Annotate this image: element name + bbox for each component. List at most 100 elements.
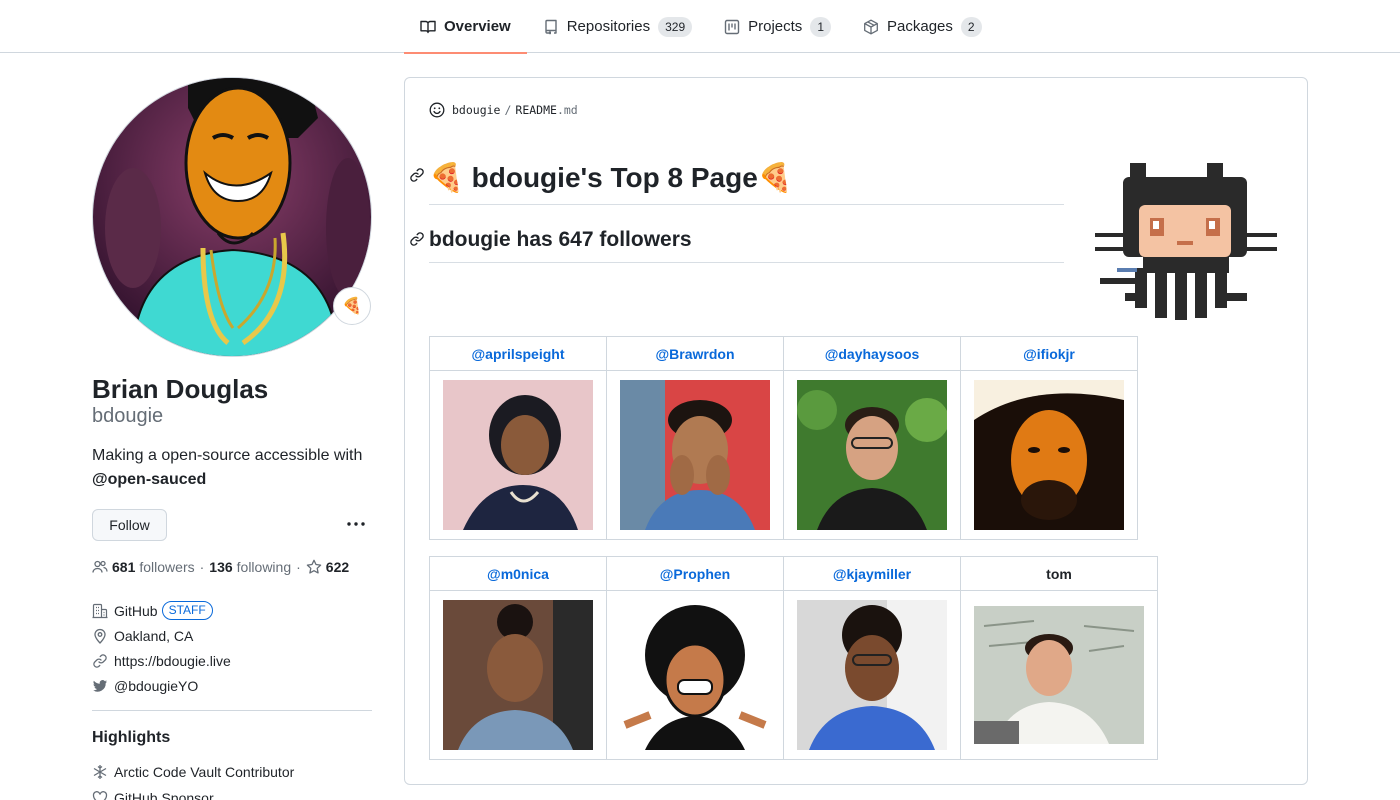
organization-icon [92,603,108,618]
follow-button[interactable]: Follow [92,509,167,541]
projects-count: 1 [810,16,831,37]
readme-heading-1: 🍕 bdougie's Top 8 Page🍕 [410,161,1064,205]
following-count: 136 [209,559,233,575]
twitter-icon [93,679,107,692]
heart-icon [92,791,108,800]
friend-link[interactable]: @aprilspeight [429,336,607,371]
tab-list: Overview Repositories 329 Projects 1 Pac… [404,0,998,54]
following-label: following [236,559,292,575]
tab-packages[interactable]: Packages 2 [847,0,998,53]
profile-twitter: @bdougieYO [92,673,231,698]
friend-link[interactable]: @m0nica [429,556,607,591]
readme-owner-link[interactable]: bdougie [452,103,500,117]
kebab-horizontal-icon [347,522,365,526]
location-icon [94,628,106,644]
friend-name: tom [960,556,1158,591]
star-icon [306,559,322,574]
tab-packages-label: Packages [887,18,953,35]
tab-overview-label: Overview [444,18,511,35]
friend-photo-cell [429,590,607,760]
profile-tab-nav: Overview Repositories 329 Projects 1 Pac… [0,0,1400,54]
octocat-image [1095,163,1277,320]
profile-location: Oakland, CA [92,623,231,648]
friend-photo-cell [960,590,1158,760]
friend-link[interactable]: @Brawrdon [606,336,784,371]
highlight-item: Arctic Code Vault Contributor [92,759,294,785]
snowflake-icon [93,765,107,779]
following-link[interactable]: 136 following [209,559,291,575]
friend-photo-cell [429,370,607,540]
readme-h2-text: bdougie has 647 followers [429,228,692,251]
profile-readme: bdougie / README.md 🍕 bdougie's Top 8 Pa… [404,77,1308,785]
friend-link[interactable]: @Prophen [606,556,784,591]
friend-link[interactable]: @ifiokjr [960,336,1138,371]
project-icon [724,19,740,34]
friend-photo-cell [960,370,1138,540]
follow-stats: 681 followers · 136 following · 622 [92,559,353,575]
readme-file-link[interactable]: README.md [515,103,577,117]
tab-projects[interactable]: Projects 1 [708,0,847,53]
friend-photo-cell [783,590,961,760]
tab-projects-label: Projects [748,18,803,35]
highlights-list: Arctic Code Vault Contributor GitHub Spo… [92,759,294,800]
top8-table-row1: @aprilspeight @Brawrdon @dayhaysoos @ifi… [429,336,1138,540]
company-name[interactable]: GitHub [114,603,158,619]
highlights-heading: Highlights [92,729,171,746]
package-icon [864,19,878,34]
avatar[interactable] [92,77,372,357]
twitter-handle[interactable]: @bdougieYO [114,678,198,694]
friend-link[interactable]: @kjaymiller [783,556,961,591]
link-anchor-icon[interactable] [409,231,425,247]
packages-count: 2 [960,16,982,37]
bio-mention-link[interactable]: @open-sauced [92,471,206,488]
friend-photo[interactable] [443,380,593,530]
readme-file-name: README [515,103,557,117]
sidebar-divider [92,710,372,711]
friend-photo[interactable] [620,600,770,750]
link-anchor-icon[interactable] [409,167,425,183]
bio-text: Making a open-source accessible with [92,447,363,464]
profile-company: GitHub STAFF [92,598,231,623]
highlight-label[interactable]: GitHub Sponsor [114,790,214,800]
friend-photo-cell [783,370,961,540]
readme-breadcrumb: bdougie / README.md [429,102,578,118]
repositories-count: 329 [658,16,693,37]
profile-bio: Making a open-source accessible with @op… [92,444,382,492]
followers-count: 681 [112,559,136,575]
staff-badge: STAFF [161,601,213,620]
smiley-icon [429,102,445,118]
highlight-label[interactable]: Arctic Code Vault Contributor [114,764,294,780]
website-link[interactable]: https://bdougie.live [114,653,231,669]
location-text: Oakland, CA [114,627,194,644]
tab-repositories-label: Repositories [566,18,651,35]
book-icon [420,20,436,33]
top8-table-row2: @m0nica @Prophen @kjaymiller tom [429,556,1158,760]
more-options-button[interactable] [344,514,368,534]
separator-dot: · [199,559,205,575]
link-icon [93,653,107,668]
friend-photo[interactable] [974,606,1144,744]
friend-photo[interactable] [974,380,1124,530]
status-emoji-button[interactable]: 🍕 [333,287,371,325]
tab-repositories[interactable]: Repositories 329 [527,0,708,53]
profile-full-name: Brian Douglas [92,374,269,404]
friend-photo[interactable] [797,600,947,750]
friend-photo[interactable] [797,380,947,530]
followers-label: followers [139,559,195,575]
profile-details-list: GitHub STAFF Oakland, CA https://bdougie… [92,598,231,698]
friend-photo[interactable] [620,380,770,530]
friend-photo-cell [606,370,784,540]
readme-h1-text: 🍕 bdougie's Top 8 Page🍕 [429,162,793,193]
repo-icon [545,19,557,34]
profile-website: https://bdougie.live [92,648,231,673]
friend-photo-cell [606,590,784,760]
friend-link[interactable]: @dayhaysoos [783,336,961,371]
stars-link[interactable]: 622 [306,559,353,575]
tab-overview[interactable]: Overview [404,0,527,54]
people-icon [92,560,108,573]
stars-count: 622 [325,559,350,575]
path-separator: / [504,103,512,117]
followers-link[interactable]: 681 followers [92,559,195,575]
readme-heading-2: bdougie has 647 followers [410,228,1064,263]
friend-photo[interactable] [443,600,593,750]
